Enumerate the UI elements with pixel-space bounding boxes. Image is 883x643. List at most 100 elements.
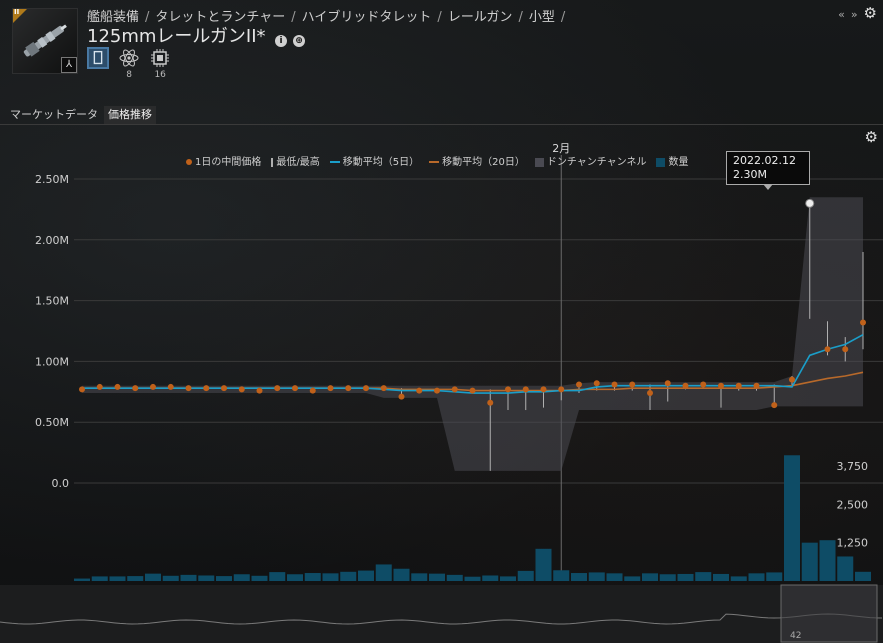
volume-bar	[251, 575, 268, 581]
volume-bar	[180, 574, 197, 581]
median-price-point	[327, 385, 334, 392]
median-price-point	[860, 319, 866, 326]
gear-icon[interactable]: ⚙	[864, 4, 877, 22]
median-price-point	[753, 382, 760, 389]
median-price-point	[593, 380, 600, 387]
volume-bar	[766, 572, 783, 581]
volume-bar	[375, 564, 392, 581]
cpu-chip-icon	[151, 49, 170, 67]
median-price-point	[487, 399, 494, 406]
legend-item-volume[interactable]: 数量	[656, 157, 688, 168]
median-price-point	[398, 393, 405, 400]
volume-bar	[730, 576, 747, 581]
median-price-point	[558, 386, 565, 393]
legend-item-donchian[interactable]: ドンチャンチャンネル	[534, 157, 646, 168]
median-price-point	[682, 382, 689, 389]
volume-bar	[784, 455, 800, 581]
median-price-point	[150, 383, 156, 390]
chart-legend: 1日の中間価格 最低/最高 移動平均（5日） 移動平均（20日） ドンチャンチャンネル数…	[186, 153, 698, 168]
expand-icon[interactable]: »	[851, 8, 858, 21]
volume-bar	[588, 572, 605, 581]
highlighted-median-point	[805, 198, 815, 208]
skills-icon[interactable]: ⊕	[293, 35, 305, 47]
item-icon[interactable]: II ⅄	[12, 8, 78, 74]
legend-item-median[interactable]: 1日の中間価格	[186, 157, 261, 168]
volume-bar	[216, 576, 232, 581]
volume-bar	[517, 570, 534, 581]
volume-bar	[659, 574, 676, 581]
median-price-point	[540, 386, 547, 393]
breadcrumb-item[interactable]: ハイブリッドタレット	[302, 10, 432, 25]
volume-bar	[855, 571, 871, 581]
volume-bar	[269, 572, 286, 581]
median-price-point	[274, 385, 281, 392]
median-price-point	[469, 387, 476, 394]
volume-bar	[819, 540, 836, 581]
collapse-icon[interactable]: «	[838, 8, 845, 21]
legend-item-ma5[interactable]: 移動平均（5日）	[329, 157, 419, 168]
breadcrumb-item[interactable]: レールガン	[448, 10, 513, 25]
volume-bar	[74, 578, 90, 581]
median-price-point	[167, 383, 174, 390]
volume-bar	[713, 573, 729, 581]
volume-bar	[429, 573, 445, 581]
volume-bar	[446, 574, 463, 581]
attribute-module[interactable]	[87, 47, 109, 70]
median-price-point	[451, 386, 458, 393]
median-price-point	[522, 386, 529, 393]
breadcrumb-item[interactable]: 小型	[529, 10, 555, 25]
volume-tick-label: 2,500	[837, 498, 869, 511]
volume-bar	[535, 548, 552, 581]
volume-bar	[393, 568, 410, 581]
median-price-point	[416, 387, 423, 394]
show-info-corner-icon[interactable]: ⅄	[61, 57, 77, 73]
volume-tick-label: 3,750	[837, 460, 869, 473]
median-price-point	[96, 383, 103, 390]
y-tick-label: 0.0	[52, 477, 70, 490]
median-price-point	[434, 387, 440, 394]
tooltip-date: 2022.02.12	[733, 154, 796, 167]
median-price-point	[309, 387, 316, 394]
median-price-point	[114, 383, 121, 390]
volume-bar	[748, 573, 765, 581]
y-tick-label: 1.00M	[35, 355, 69, 368]
legend-item-minmax[interactable]: 最低/最高	[271, 157, 320, 168]
median-price-point	[345, 385, 352, 392]
attribute-row: 8 16	[87, 47, 175, 80]
tab-price-history[interactable]: 価格推移	[104, 106, 156, 124]
tab-market-data[interactable]: マーケットデータ	[6, 106, 102, 124]
median-price-point	[576, 381, 582, 388]
median-price-point	[380, 385, 387, 392]
volume-bar	[304, 573, 321, 581]
median-price-point	[842, 346, 849, 353]
tab-bar: マーケットデータ 価格推移	[0, 104, 883, 125]
overview-label: 42	[790, 631, 801, 641]
attribute-atom[interactable]: 8	[118, 47, 140, 80]
volume-bar	[233, 574, 250, 581]
volume-bar	[837, 556, 854, 581]
volume-bar	[695, 572, 712, 581]
window-controls: « » ⚙	[832, 4, 877, 22]
volume-bar	[801, 542, 818, 581]
y-tick-label: 0.50M	[35, 416, 69, 429]
median-price-point	[700, 381, 707, 388]
volume-bar	[411, 573, 428, 581]
volume-bar	[624, 576, 641, 581]
median-price-point	[505, 386, 511, 393]
y-tick-label: 2.50M	[35, 173, 69, 186]
info-icon[interactable]: i	[275, 35, 287, 47]
donchian-channel-band	[82, 197, 863, 471]
attribute-cpu[interactable]: 16	[149, 47, 171, 80]
volume-tick-label: 1,250	[837, 537, 869, 550]
volume-bar	[91, 576, 108, 581]
volume-bar	[553, 570, 570, 581]
median-price-point	[79, 386, 85, 393]
median-price-point	[629, 381, 636, 388]
median-price-point	[647, 390, 653, 397]
median-price-point	[664, 380, 671, 387]
median-price-point	[238, 386, 245, 393]
volume-bar	[606, 573, 623, 581]
legend-item-ma20[interactable]: 移動平均（20日）	[429, 157, 525, 168]
price-history-chart[interactable]: 0.00.50M1.00M1.50M2.00M2.50M2月1,2502,500…	[0, 125, 883, 643]
atom-icon	[119, 49, 139, 67]
